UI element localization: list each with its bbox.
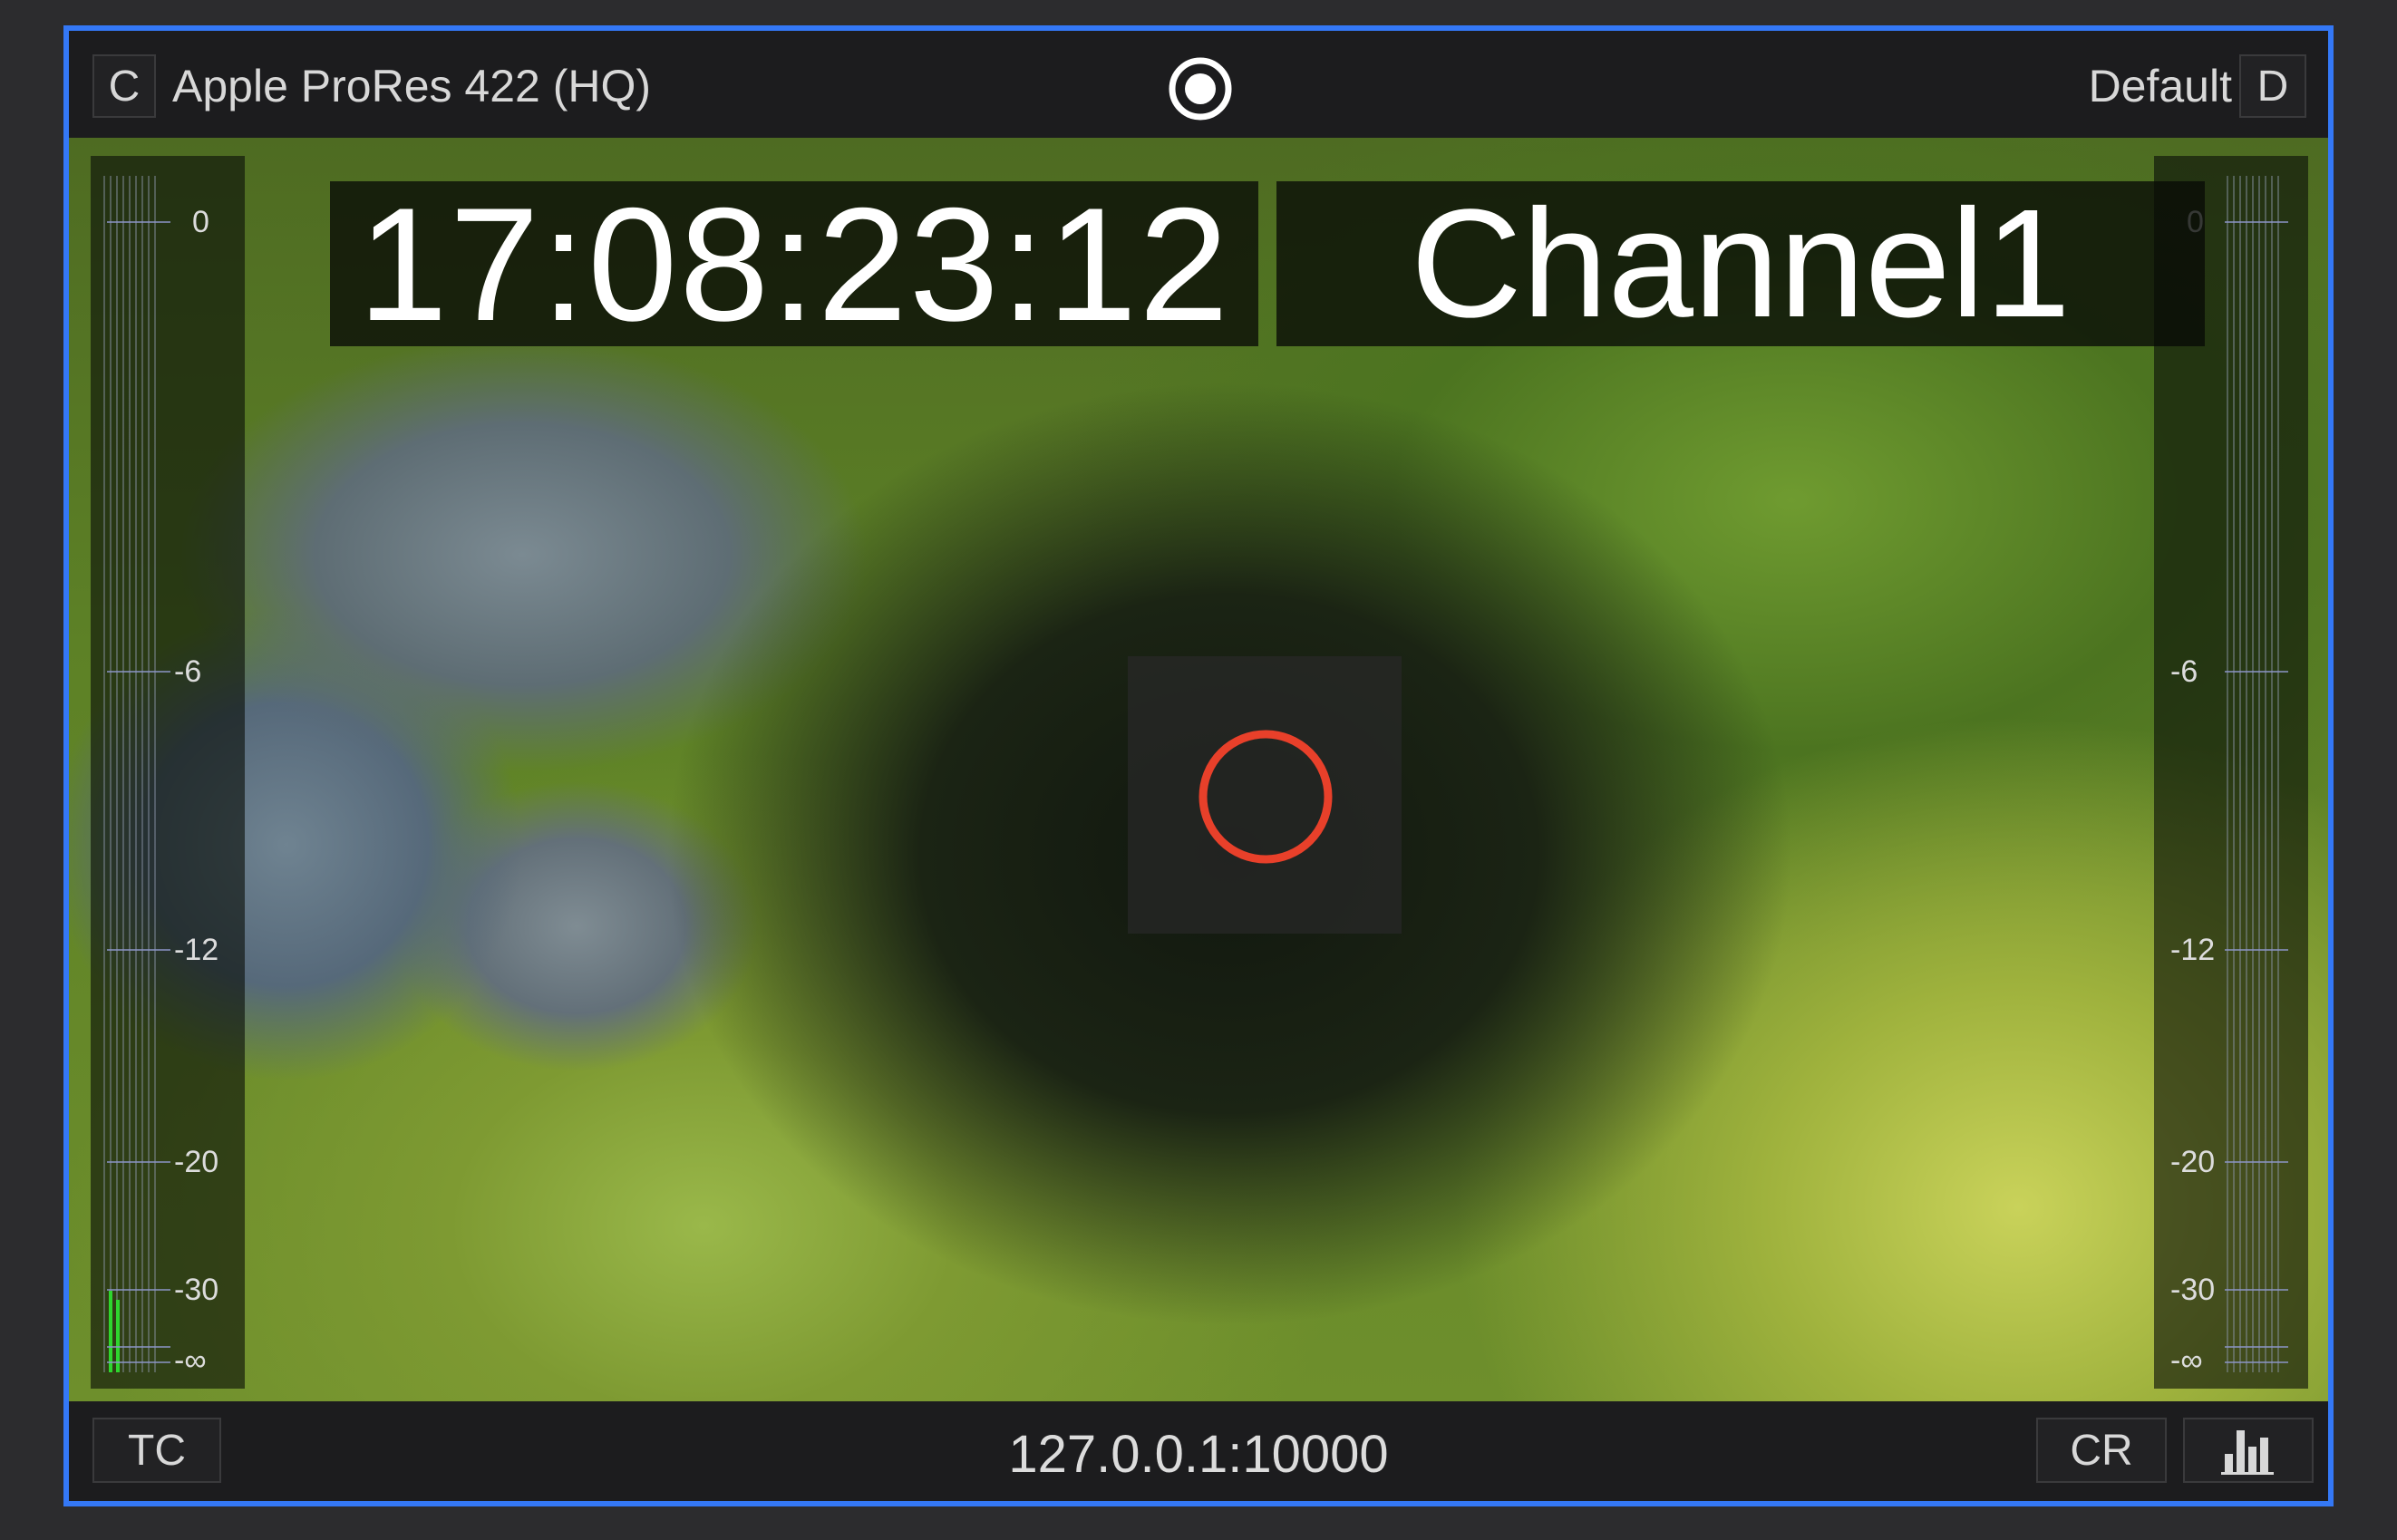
- meter-bars: [103, 176, 160, 1372]
- meter-tick: [107, 949, 170, 951]
- meter-tick: [2225, 949, 2288, 951]
- meter-label-12: -12: [174, 933, 219, 967]
- meter-tick: [2225, 1346, 2288, 1348]
- histogram-button[interactable]: [2183, 1418, 2314, 1483]
- meter-label-20: -20: [174, 1145, 219, 1179]
- bottom-bar: TC 127.0.0.1:10000 CR: [69, 1401, 2328, 1501]
- preset-button[interactable]: D: [2239, 54, 2306, 118]
- meter-tick: [107, 1289, 170, 1291]
- server-address: 127.0.0.1:10000: [1008, 1425, 1389, 1484]
- timecode-display: 17:08:23:12: [330, 174, 1258, 354]
- channel-name-display: Channel1: [1276, 178, 2205, 350]
- meter-tick: [2225, 671, 2288, 673]
- meter-label-12: -12: [2170, 933, 2216, 967]
- meter-tick: [107, 1361, 170, 1363]
- meter-label-6: -6: [2170, 654, 2198, 689]
- meter-tick: [107, 221, 170, 223]
- meter-bars: [2227, 176, 2283, 1372]
- top-bar: C Apple ProRes 422 (HQ) Default D: [69, 31, 2328, 138]
- meter-tick: [107, 1161, 170, 1163]
- codec-button[interactable]: C: [92, 54, 156, 118]
- meter-label-6: -6: [174, 654, 202, 689]
- meter-tick: [107, 1346, 170, 1348]
- meter-tick: [107, 671, 170, 673]
- meter-tick: [2225, 1289, 2288, 1291]
- cr-button[interactable]: CR: [2036, 1418, 2167, 1483]
- meter-tick: [2225, 1161, 2288, 1163]
- circle-outline-icon[interactable]: [1198, 729, 1334, 865]
- meter-label-inf: -∞: [174, 1343, 207, 1378]
- record-icon[interactable]: [1168, 56, 1233, 121]
- meter-label-30: -30: [2170, 1273, 2216, 1307]
- channel-monitor-frame[interactable]: C Apple ProRes 422 (HQ) Default D 0 -6 -…: [63, 25, 2334, 1506]
- audio-level-bar: [109, 1291, 112, 1372]
- meter-label-30: -30: [174, 1273, 219, 1307]
- meter-label-0: 0: [192, 205, 209, 239]
- meter-tick: [2225, 1361, 2288, 1363]
- histogram-icon: [2221, 1430, 2274, 1475]
- meter-label-20: -20: [2170, 1145, 2216, 1179]
- preset-label: Default: [2088, 61, 2232, 111]
- codec-label: Apple ProRes 422 (HQ): [172, 61, 652, 111]
- meter-label-inf: -∞: [2170, 1343, 2203, 1378]
- audio-meter-left: 0 -6 -12 -20 -30 -∞: [91, 156, 245, 1389]
- meter-tick: [2225, 221, 2288, 223]
